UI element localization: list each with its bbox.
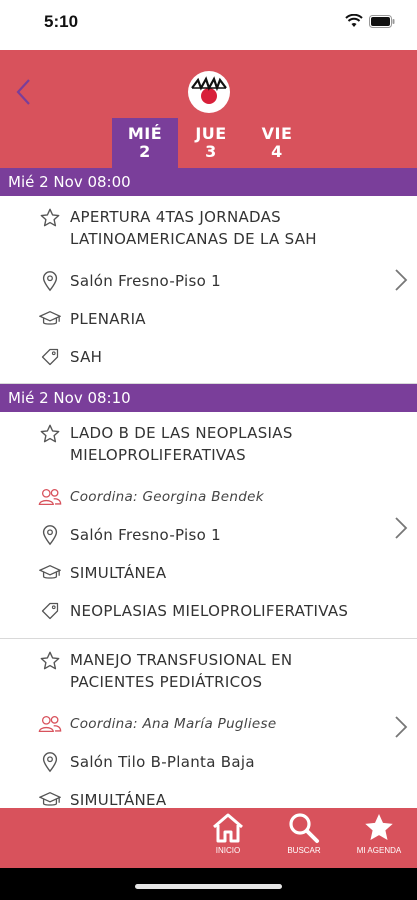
- session-location: Salón Tilo B-Planta Baja: [70, 753, 255, 771]
- home-icon: [213, 813, 243, 843]
- chevron-right-icon[interactable]: [393, 516, 409, 540]
- session-type-row: SIMULTÁNEA: [0, 781, 417, 808]
- session-type: SIMULTÁNEA: [70, 791, 167, 808]
- day-tab-label: MIÉ: [127, 124, 163, 143]
- star-icon[interactable]: [38, 206, 62, 230]
- tab-buscar[interactable]: BUSCAR: [274, 812, 334, 866]
- session-title: APERTURA 4TAS JORNADAS LATINOAMERICANAS …: [70, 206, 317, 250]
- session-location: Salón Fresno-Piso 1: [70, 272, 222, 290]
- section-header: Mié 2 Nov 08:10: [0, 384, 417, 412]
- tab-label: BUSCAR: [287, 846, 321, 855]
- session-location-row: Salón Fresno-Piso 1: [0, 516, 417, 554]
- section-header: Mié 2 Nov 08:00: [0, 168, 417, 196]
- tab-mi-agenda[interactable]: MI AGENDA: [349, 812, 409, 866]
- sah-logo-icon: [187, 70, 231, 114]
- location-pin-icon: [38, 269, 62, 293]
- star-icon[interactable]: [38, 649, 62, 673]
- session-item[interactable]: LADO B DE LAS NEOPLASIAS MIELOPROLIFERAT…: [0, 412, 417, 639]
- graduation-cap-icon: [38, 561, 62, 585]
- chevron-right-icon[interactable]: [393, 715, 409, 739]
- status-bar: 5:10: [0, 0, 417, 50]
- session-tag-row: NEOPLASIAS MIELOPROLIFERATIVAS: [0, 592, 417, 630]
- star-icon[interactable]: [38, 422, 62, 446]
- session-type-row: PLENARIA: [0, 300, 417, 338]
- session-coordinator-row: Coordina: Georgina Bendek: [0, 478, 417, 516]
- people-icon: [38, 712, 62, 736]
- session-coordinator: Coordina: Georgina Bendek: [70, 489, 264, 505]
- chevron-left-icon: [16, 79, 30, 105]
- wifi-icon: [345, 14, 363, 27]
- day-tab-mie[interactable]: MIÉ 2: [112, 118, 178, 168]
- day-tab-label: JUE: [195, 124, 227, 143]
- status-icons: [345, 14, 395, 28]
- session-coordinator: Coordina: Ana María Pugliese: [70, 716, 277, 732]
- tag-icon: [38, 345, 62, 369]
- app-header: MIÉ 2 JUE 3 VIE 4: [0, 50, 417, 168]
- session-item[interactable]: APERTURA 4TAS JORNADAS LATINOAMERICANAS …: [0, 196, 417, 384]
- session-coordinator-row: Coordina: Ana María Pugliese: [0, 705, 417, 743]
- session-item[interactable]: MANEJO TRANSFUSIONAL EN PACIENTES PEDIÁT…: [0, 639, 417, 808]
- day-tab-label: VIE: [261, 124, 293, 143]
- chevron-right-icon[interactable]: [393, 268, 409, 292]
- session-title-line: LADO B DE LAS NEOPLASIAS: [70, 424, 293, 442]
- status-time: 5:10: [44, 12, 79, 31]
- session-tag: NEOPLASIAS MIELOPROLIFERATIVAS: [70, 602, 349, 620]
- day-tab-number: 2: [139, 142, 151, 161]
- session-title-row: MANEJO TRANSFUSIONAL EN PACIENTES PEDIÁT…: [0, 649, 417, 705]
- search-icon: [289, 813, 319, 843]
- session-title-row: APERTURA 4TAS JORNADAS LATINOAMERICANAS …: [0, 206, 417, 262]
- day-tabs: MIÉ 2 JUE 3 VIE 4: [112, 118, 310, 168]
- day-tab-number: 3: [205, 142, 217, 161]
- people-icon: [38, 485, 62, 509]
- home-indicator[interactable]: [135, 884, 282, 889]
- back-button[interactable]: [8, 72, 38, 112]
- day-tab-number: 4: [271, 142, 283, 161]
- graduation-cap-icon: [38, 307, 62, 331]
- session-tag: SAH: [70, 348, 103, 366]
- tag-icon: [38, 599, 62, 623]
- session-location-row: Salón Tilo B-Planta Baja: [0, 743, 417, 781]
- session-tag-row: SAH: [0, 338, 417, 376]
- bottom-tab-bar: INICIO BUSCAR MI AGENDA: [0, 808, 417, 868]
- tab-label: INICIO: [215, 846, 241, 855]
- session-title-line: APERTURA 4TAS JORNADAS: [70, 208, 281, 226]
- session-location: Salón Fresno-Piso 1: [70, 526, 222, 544]
- graduation-cap-icon: [38, 788, 62, 808]
- location-pin-icon: [38, 750, 62, 774]
- session-title-line: MIELOPROLIFERATIVAS: [70, 446, 246, 464]
- session-title-row: LADO B DE LAS NEOPLASIAS MIELOPROLIFERAT…: [0, 422, 417, 478]
- session-title: MANEJO TRANSFUSIONAL EN PACIENTES PEDIÁT…: [70, 649, 292, 693]
- day-tab-jue[interactable]: JUE 3: [178, 118, 244, 168]
- battery-icon: [369, 14, 395, 28]
- session-location-row: Salón Fresno-Piso 1: [0, 262, 417, 300]
- tab-label: MI AGENDA: [356, 846, 402, 855]
- session-type: PLENARIA: [70, 310, 146, 328]
- session-list[interactable]: Mié 2 Nov 08:00 APERTURA 4TAS JORNADAS L…: [0, 168, 417, 808]
- location-pin-icon: [38, 523, 62, 547]
- star-icon: [365, 814, 393, 840]
- session-type-row: SIMULTÁNEA: [0, 554, 417, 592]
- session-title-line: PACIENTES PEDIÁTRICOS: [70, 673, 263, 691]
- session-title-line: LATINOAMERICANAS DE LA SAH: [70, 230, 317, 248]
- day-tab-vie[interactable]: VIE 4: [244, 118, 310, 168]
- session-title-line: MANEJO TRANSFUSIONAL EN: [70, 651, 293, 669]
- session-title: LADO B DE LAS NEOPLASIAS MIELOPROLIFERAT…: [70, 422, 293, 466]
- session-type: SIMULTÁNEA: [70, 564, 167, 582]
- tab-inicio[interactable]: INICIO: [198, 812, 258, 866]
- home-indicator-area: [0, 868, 417, 900]
